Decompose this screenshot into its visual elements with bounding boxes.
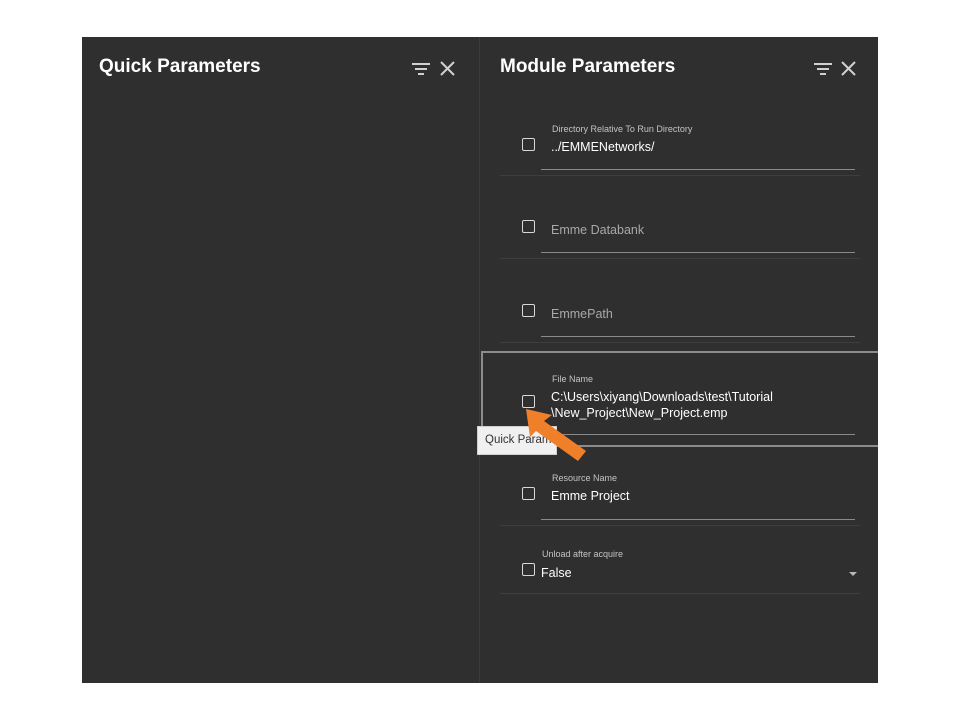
unload-after-acquire-select[interactable]: False bbox=[541, 565, 572, 581]
filter-icon[interactable] bbox=[410, 58, 432, 80]
field-label: Unload after acquire bbox=[542, 549, 624, 559]
emme-databank-input[interactable]: Emme Databank bbox=[551, 223, 644, 237]
filter-icon[interactable] bbox=[812, 58, 834, 80]
callout-arrow-icon bbox=[526, 409, 586, 461]
chevron-down-icon[interactable] bbox=[849, 572, 857, 576]
field-underline bbox=[541, 336, 855, 337]
quick-parameter-checkbox[interactable] bbox=[522, 563, 535, 576]
field-label: Directory Relative To Run Directory bbox=[552, 124, 693, 134]
param-row-directory: Directory Relative To Run Directory ../E… bbox=[500, 107, 860, 176]
resource-name-input[interactable]: Emme Project bbox=[551, 488, 630, 504]
close-icon[interactable] bbox=[436, 58, 458, 80]
quick-parameter-checkbox[interactable] bbox=[522, 138, 535, 151]
emmepath-input[interactable]: EmmePath bbox=[551, 307, 613, 321]
directory-input[interactable]: ../EMMENetworks/ bbox=[551, 139, 655, 155]
param-row-emme-databank: Emme Databank bbox=[500, 175, 860, 259]
field-underline bbox=[541, 252, 855, 253]
quick-parameter-checkbox[interactable] bbox=[522, 304, 535, 317]
quick-parameter-checkbox[interactable] bbox=[522, 487, 535, 500]
quick-parameters-title: Quick Parameters bbox=[99, 56, 261, 77]
field-underline bbox=[541, 519, 855, 520]
module-parameters-title: Module Parameters bbox=[500, 56, 676, 77]
field-underline bbox=[541, 169, 855, 170]
quick-parameters-panel: Quick Parameters bbox=[82, 37, 480, 683]
close-icon[interactable] bbox=[837, 58, 859, 80]
quick-parameter-checkbox[interactable] bbox=[522, 220, 535, 233]
param-row-emmepath: EmmePath bbox=[500, 258, 860, 343]
parameter-editor: Quick Parameters Module Parameters Direc… bbox=[82, 37, 878, 683]
field-label: Resource Name bbox=[552, 473, 618, 483]
param-row-unload-after-acquire: Unload after acquire False bbox=[500, 525, 860, 594]
